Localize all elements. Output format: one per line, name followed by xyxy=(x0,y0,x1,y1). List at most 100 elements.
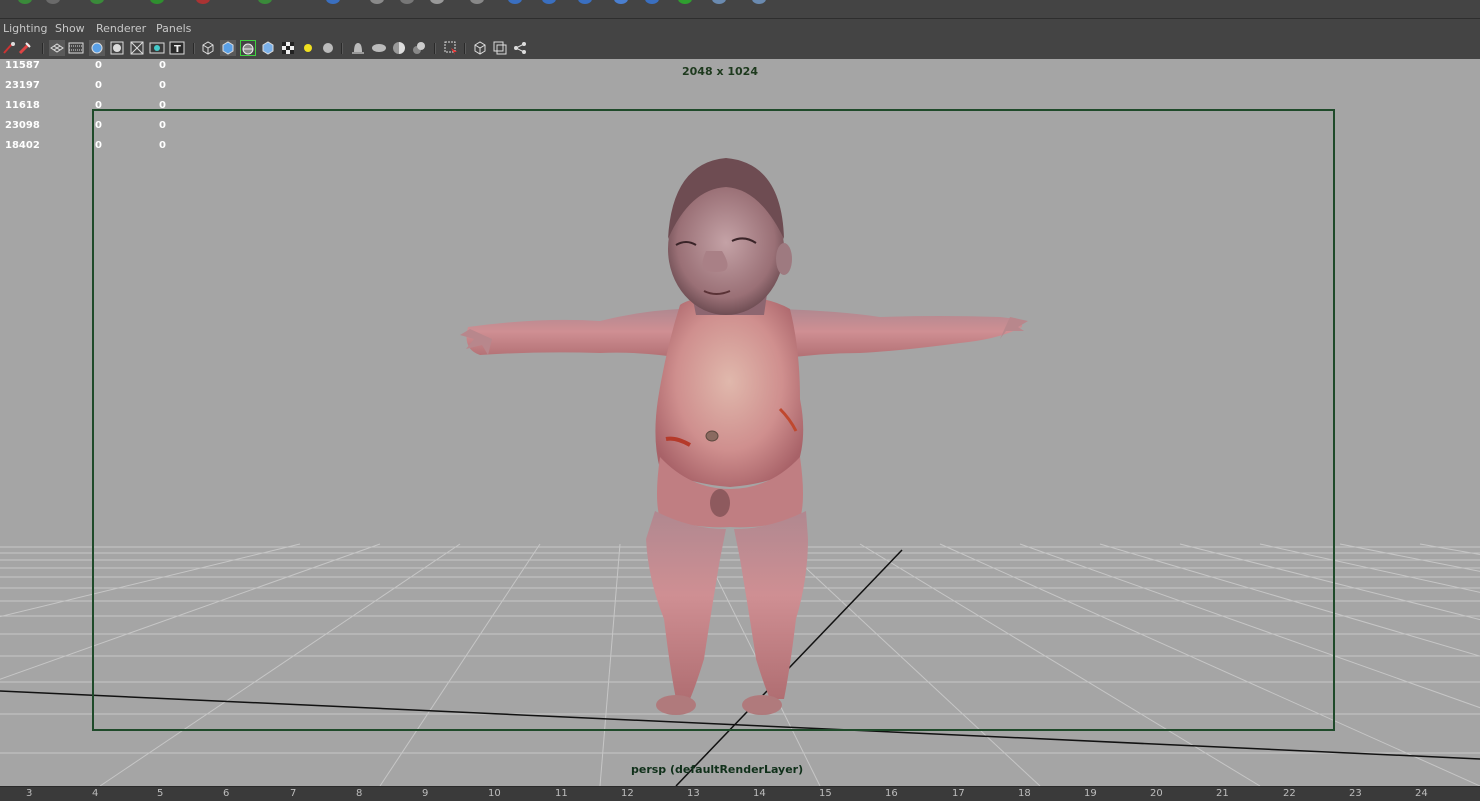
timeline-tick-label: 12 xyxy=(621,788,634,799)
wireframe-icon[interactable] xyxy=(200,40,216,56)
shelf-icon[interactable] xyxy=(90,0,104,4)
hud-value: 0 xyxy=(95,80,102,91)
shelf-icon[interactable] xyxy=(542,0,556,4)
hud-value: 0 xyxy=(159,60,166,71)
motion-blur-icon[interactable] xyxy=(371,40,387,56)
gate-mask-icon[interactable] xyxy=(109,40,125,56)
timeline-tick-label: 10 xyxy=(488,788,501,799)
safe-action-icon[interactable] xyxy=(149,40,165,56)
timeline-tick-label: 24 xyxy=(1415,788,1428,799)
shelf-icon[interactable] xyxy=(18,0,32,4)
textured-icon[interactable] xyxy=(260,40,276,56)
timeline-tick-label: 15 xyxy=(819,788,832,799)
camera-select-icon[interactable] xyxy=(1,40,17,56)
shelf-icon[interactable] xyxy=(46,0,60,4)
shelf-strip xyxy=(0,0,1480,19)
resolution-label: 2048 x 1024 xyxy=(682,65,758,78)
toolbar-separator xyxy=(42,43,44,54)
menu-renderer[interactable]: Renderer xyxy=(96,22,146,35)
shelf-icon[interactable] xyxy=(578,0,592,4)
depth-of-field-icon[interactable] xyxy=(411,40,427,56)
hud-value: 0 xyxy=(159,120,166,131)
shelf-icon[interactable] xyxy=(645,0,659,4)
timeline-tick-label: 20 xyxy=(1150,788,1163,799)
hud-value: 0 xyxy=(159,140,166,151)
shelf-icon[interactable] xyxy=(508,0,522,4)
timeline-tick-label: 11 xyxy=(555,788,568,799)
use-default-light-icon[interactable] xyxy=(300,40,316,56)
timeline-tick-label: 8 xyxy=(356,788,363,799)
menu-show[interactable]: Show xyxy=(55,22,85,35)
menu-panels[interactable]: Panels xyxy=(156,22,191,35)
xray-joints-icon[interactable] xyxy=(512,40,528,56)
timeline-tick-label: 18 xyxy=(1018,788,1031,799)
wireframe-on-shaded-icon[interactable] xyxy=(240,40,256,56)
time-slider[interactable]: 3 4 5 6 7 8 9 10 11 12 13 14 15 16 17 18… xyxy=(0,786,1480,801)
hud-value: 0 xyxy=(95,140,102,151)
timeline-tick-label: 7 xyxy=(290,788,297,799)
timeline-tick-label: 5 xyxy=(157,788,164,799)
shelf-icon[interactable] xyxy=(326,0,340,4)
timeline-tick-label: 6 xyxy=(223,788,230,799)
timeline-tick-label: 21 xyxy=(1216,788,1229,799)
camera-attributes-icon[interactable] xyxy=(17,40,33,56)
film-gate-icon[interactable] xyxy=(68,40,84,56)
shelf-icon[interactable] xyxy=(150,0,164,4)
panel-toolbar: T xyxy=(0,38,1480,59)
toolbar-separator xyxy=(193,43,195,54)
timeline-tick-label: 9 xyxy=(422,788,429,799)
screen-space-ao-icon[interactable] xyxy=(350,40,366,56)
perspective-viewport[interactable]: 11587 0 0 23197 0 0 11618 0 0 23098 0 0 … xyxy=(0,59,1480,786)
hud-value: 0 xyxy=(95,60,102,71)
xray-active-icon[interactable] xyxy=(492,40,508,56)
isolate-select-icon[interactable] xyxy=(443,40,459,56)
timeline-tick-label: 14 xyxy=(753,788,766,799)
shelf-icon[interactable] xyxy=(470,0,484,4)
toolbar-separator xyxy=(464,43,466,54)
timeline-tick-label: 3 xyxy=(26,788,33,799)
hud-row: 11618 xyxy=(5,100,40,111)
ground-grid xyxy=(0,543,1480,786)
camera-name-label: persp (defaultRenderLayer) xyxy=(631,763,804,776)
viewport-canvas xyxy=(0,109,1480,786)
shelf-icon[interactable] xyxy=(430,0,444,4)
multisample-aa-icon[interactable] xyxy=(391,40,407,56)
hud-row: 11587 xyxy=(5,60,40,71)
shelf-icon[interactable] xyxy=(370,0,384,4)
use-all-lights-icon[interactable] xyxy=(280,40,296,56)
resolution-gate-icon[interactable] xyxy=(89,40,105,56)
shelf-icon[interactable] xyxy=(752,0,766,4)
timeline-tick-label: 16 xyxy=(885,788,898,799)
panel-menu-bar: Lighting Show Renderer Panels xyxy=(0,19,1480,38)
hud-row: 18402 xyxy=(5,140,40,151)
shelf-icon[interactable] xyxy=(614,0,628,4)
timeline-tick-label: 22 xyxy=(1283,788,1296,799)
shadows-icon[interactable] xyxy=(320,40,336,56)
baby-character-model[interactable] xyxy=(460,158,1028,715)
grid-toggle-icon[interactable] xyxy=(49,40,65,56)
toolbar-separator xyxy=(434,43,436,54)
hud-value: 0 xyxy=(95,120,102,131)
hud-row: 23098 xyxy=(5,120,40,131)
hud-value: 0 xyxy=(159,100,166,111)
shelf-icon[interactable] xyxy=(196,0,210,4)
svg-text:T: T xyxy=(174,44,181,55)
timeline-tick-label: 17 xyxy=(952,788,965,799)
safe-title-icon[interactable]: T xyxy=(169,40,185,56)
menu-lighting[interactable]: Lighting xyxy=(3,22,47,35)
hud-row: 23197 xyxy=(5,80,40,91)
shelf-icon[interactable] xyxy=(712,0,726,4)
shelf-icon[interactable] xyxy=(400,0,414,4)
shelf-icon[interactable] xyxy=(678,0,692,4)
toolbar-separator xyxy=(341,43,343,54)
world-axes xyxy=(0,549,1480,786)
xray-icon[interactable] xyxy=(472,40,488,56)
field-chart-icon[interactable] xyxy=(129,40,145,56)
hud-value: 0 xyxy=(95,100,102,111)
timeline-tick-label: 13 xyxy=(687,788,700,799)
shelf-icon[interactable] xyxy=(258,0,272,4)
timeline-tick-label: 4 xyxy=(92,788,99,799)
smooth-shade-icon[interactable] xyxy=(220,40,236,56)
timeline-tick-label: 23 xyxy=(1349,788,1362,799)
timeline-tick-label: 19 xyxy=(1084,788,1097,799)
